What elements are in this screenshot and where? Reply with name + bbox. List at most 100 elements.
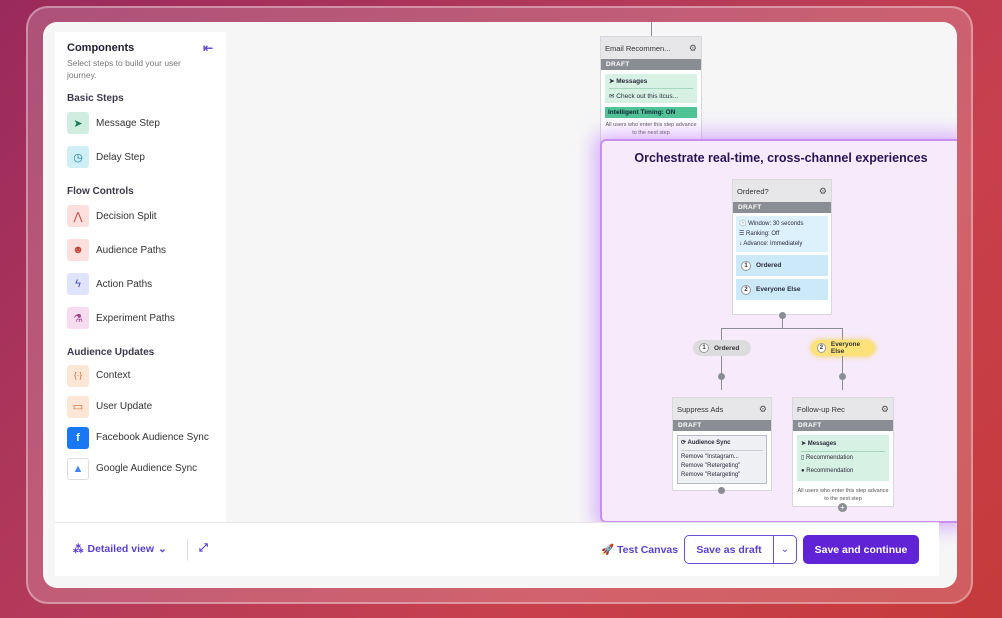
collapse-sidebar-icon[interactable]: ⇤ — [203, 41, 213, 55]
sidebar-item-label: Google Audience Sync — [96, 463, 198, 474]
advance-setting: ↓ Advance: Immediately — [739, 241, 803, 247]
app-window: Components Select steps to build your us… — [43, 22, 957, 588]
connector — [782, 317, 783, 328]
connector — [721, 328, 722, 340]
paper-plane-icon: ➤ — [67, 112, 89, 134]
suppress-ads-node[interactable]: Suppress Ads ⚙ DRAFT ⟳ Audience Sync Rem… — [672, 397, 772, 491]
sidebar-item-label: User Update — [96, 401, 153, 412]
divider — [187, 539, 188, 561]
gear-icon[interactable]: ⚙ — [819, 186, 827, 197]
timing-badge: Intelligent Timing: ON — [605, 107, 697, 118]
path-label: Ordered — [756, 262, 782, 269]
sidebar-item-user-update[interactable]: ▭ User Update — [67, 391, 214, 422]
connector — [842, 328, 843, 340]
window-setting: 🕒 Window: 30 seconds — [739, 221, 804, 227]
node-header: Ordered? ⚙ — [733, 180, 831, 202]
bolt-icon: ϟ — [67, 273, 89, 295]
facebook-icon: f — [67, 426, 89, 449]
draft-badge: DRAFT — [793, 420, 893, 431]
sync-line: Remove "Retargeting" — [681, 472, 741, 478]
path-label: Everyone Else — [756, 286, 801, 293]
highlight-title: Orchestrate real-time, cross-channel exp… — [634, 151, 928, 165]
view-icon: ⁂ — [73, 543, 84, 555]
gear-icon[interactable]: ⚙ — [689, 43, 697, 54]
messages-label: ➤ Messages — [609, 77, 693, 89]
sidebar-item-label: Context — [96, 370, 131, 381]
sidebar-item-context[interactable]: {·} Context — [67, 360, 214, 391]
node-title: Email Recommen... — [605, 43, 671, 53]
section-audience-updates: Audience Updates — [67, 347, 155, 358]
detailed-view-dropdown[interactable]: ⁂ Detailed view ⌄ — [73, 543, 167, 555]
sidebar-item-label: Decision Split — [96, 210, 157, 222]
follow-up-node[interactable]: Follow-up Rec ⚙ DRAFT ➤ Messages ▯ Recom… — [792, 397, 894, 507]
sidebar-item-google-sync[interactable]: ▲ Google Audience Sync — [67, 453, 214, 484]
draft-badge: DRAFT — [673, 420, 771, 431]
sidebar-item-delay-step[interactable]: ◷ Delay Step — [67, 140, 214, 174]
gear-icon[interactable]: ⚙ — [759, 404, 767, 415]
google-ads-icon: ▲ — [67, 457, 89, 480]
sidebar-item-audience-paths[interactable]: ☻ Audience Paths — [67, 233, 214, 267]
braces-icon: {·} — [67, 364, 89, 387]
sidebar-item-label: Experiment Paths — [96, 312, 175, 324]
section-basic-steps: Basic Steps — [67, 93, 124, 104]
audience-sync-block: ⟳ Audience Sync Remove "Instagram... Rem… — [677, 435, 767, 484]
split-icon: ⋀ — [67, 205, 89, 227]
save-as-draft-button[interactable]: Save as draft — [684, 535, 774, 564]
sidebar-item-action-paths[interactable]: ϟ Action Paths — [67, 267, 214, 301]
messages-label: ➤ Messages — [801, 438, 885, 452]
chevron-down-icon[interactable]: ⌄ — [773, 535, 797, 564]
sidebar-item-message-step[interactable]: ➤ Message Step — [67, 106, 214, 140]
settings-block: 🕒 Window: 30 seconds ☰ Ranking: Off ↓ Ad… — [736, 216, 828, 252]
connector — [651, 22, 652, 36]
sidebar-item-facebook-sync[interactable]: f Facebook Audience Sync — [67, 422, 214, 453]
path-number: 2 — [741, 284, 751, 295]
pill-number: 2 — [817, 343, 826, 353]
pill-number: 1 — [699, 343, 709, 353]
view-label: Detailed view — [87, 543, 155, 555]
sidebar-subtitle: Select steps to build your user journey. — [67, 58, 181, 80]
sidebar-item-label: Action Paths — [96, 278, 153, 290]
node-footer: All users who enter this step advance to… — [797, 488, 889, 502]
save-and-continue-button[interactable]: Save and continue — [803, 535, 919, 564]
path-number: 1 — [741, 260, 751, 271]
sidebar-item-decision-split[interactable]: ⋀ Decision Split — [67, 199, 214, 233]
components-sidebar: Components Select steps to build your us… — [55, 32, 226, 522]
gear-icon[interactable]: ⚙ — [881, 404, 889, 415]
rocket-icon: 🚀 — [601, 544, 615, 556]
node-title: Ordered? — [737, 186, 769, 196]
sync-label: ⟳ Audience Sync — [681, 439, 763, 451]
node-header: Follow-up Rec ⚙ — [793, 398, 893, 420]
email-step-node[interactable]: Email Recommen... ⚙ DRAFT ➤ Messages ✉ C… — [600, 36, 702, 152]
node-title: Suppress Ads — [677, 404, 724, 414]
path-row[interactable]: 1 Ordered — [736, 255, 828, 276]
sidebar-item-label: Message Step — [96, 117, 160, 129]
expand-icon[interactable]: ⤢ — [199, 542, 208, 555]
test-canvas-button[interactable]: 🚀 Test Canvas — [601, 543, 678, 556]
path-pill-everyone-else[interactable]: 2 Everyone Else — [811, 340, 875, 356]
sidebar-item-experiment-paths[interactable]: ⚗ Experiment Paths — [67, 301, 214, 335]
recommendation-line: ● Recommendation — [801, 468, 854, 474]
pill-label: Everyone Else — [830, 341, 861, 355]
connector — [721, 328, 843, 329]
section-flow-controls: Flow Controls — [67, 186, 134, 197]
path-pill-ordered[interactable]: 1 Ordered — [693, 340, 751, 356]
journey-canvas[interactable]: Email Recommen... ⚙ DRAFT ➤ Messages ✉ C… — [233, 22, 957, 523]
email-message: ✉ Check out this itcus... — [609, 93, 679, 100]
path-row[interactable]: 2 Everyone Else — [736, 279, 828, 300]
node-title: Follow-up Rec — [797, 404, 845, 414]
test-label: Test Canvas — [617, 544, 679, 556]
decision-split-node[interactable]: Ordered? ⚙ DRAFT 🕒 Window: 30 seconds ☰ … — [732, 179, 832, 315]
node-footer: All users who enter this step advance to… — [605, 122, 697, 136]
sidebar-title: Components — [67, 42, 135, 54]
add-step-icon[interactable]: + — [838, 503, 847, 512]
people-icon: ☻ — [67, 239, 89, 261]
sidebar-item-label: Audience Paths — [96, 244, 167, 256]
flask-icon: ⚗ — [67, 307, 89, 329]
node-header: Suppress Ads ⚙ — [673, 398, 771, 420]
clock-icon: ◷ — [67, 146, 89, 168]
messages-block: ➤ Messages ✉ Check out this itcus... — [605, 74, 697, 103]
connector-dot — [718, 373, 725, 380]
id-card-icon: ▭ — [67, 395, 89, 418]
ranking-setting: ☰ Ranking: Off — [739, 231, 780, 237]
node-header: Email Recommen... ⚙ — [601, 37, 701, 59]
